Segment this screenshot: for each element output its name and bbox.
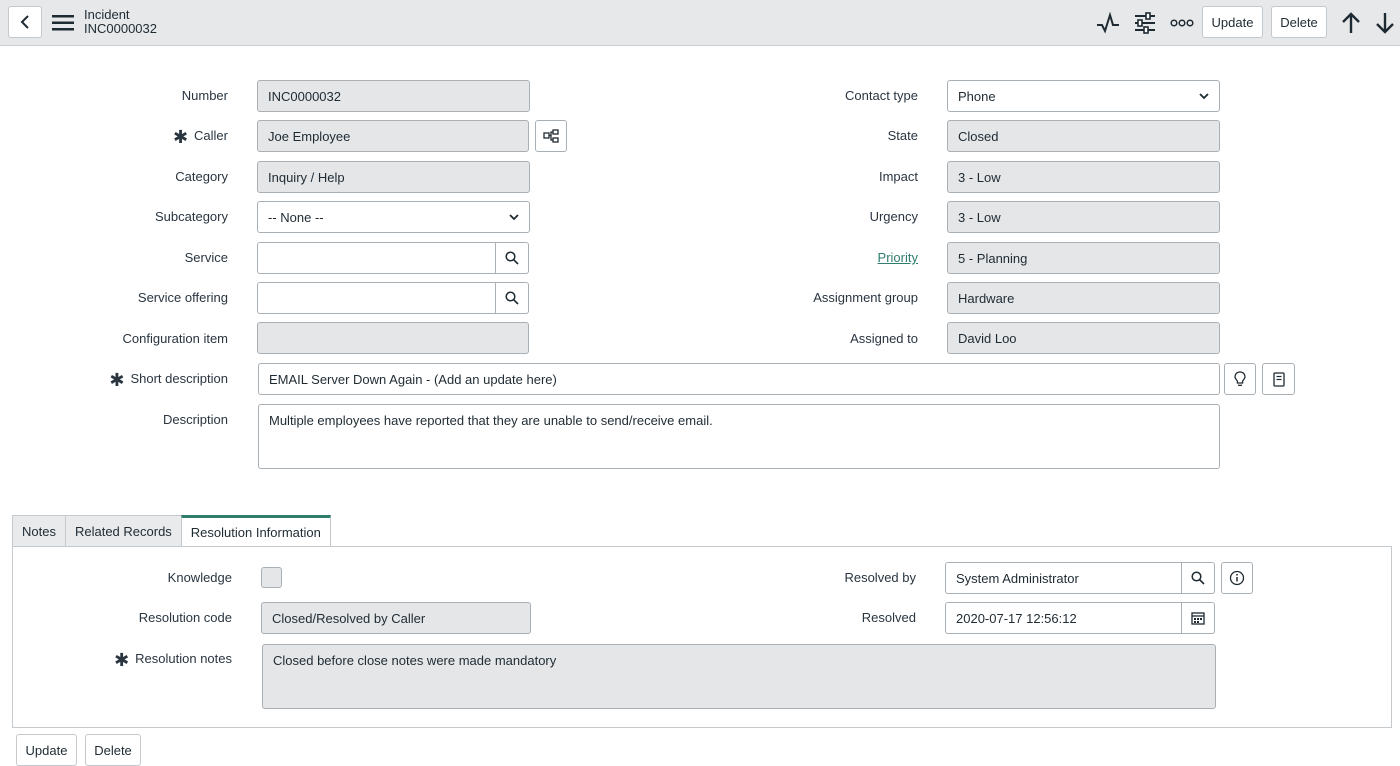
search-icon bbox=[505, 251, 519, 265]
resolution-notes-label: ✱ Resolution notes bbox=[114, 650, 232, 670]
service-offering-label: Service offering bbox=[137, 290, 228, 305]
service-label: Service bbox=[184, 250, 228, 265]
resolution-notes-textarea[interactable]: Closed before close notes were made mand… bbox=[262, 644, 1216, 709]
impact-label: Impact bbox=[878, 169, 918, 184]
description-textarea[interactable]: Multiple employees have reported that th… bbox=[258, 404, 1220, 469]
assignment-group-field[interactable]: Hardware bbox=[947, 282, 1220, 314]
contact-type-select[interactable]: Phone bbox=[947, 80, 1220, 112]
subcategory-select[interactable]: -- None -- bbox=[257, 201, 530, 233]
description-label: Description bbox=[162, 412, 228, 427]
subcategory-label: Subcategory bbox=[155, 209, 228, 224]
knowledge-checkbox[interactable] bbox=[261, 567, 282, 588]
tab-related-records[interactable]: Related Records bbox=[64, 515, 181, 547]
resolved-label: Resolved bbox=[861, 610, 916, 625]
resolved-by-label: Resolved by bbox=[844, 570, 916, 585]
urgency-field[interactable]: 3 - Low bbox=[947, 201, 1220, 233]
tab-notes[interactable]: Notes bbox=[12, 515, 65, 547]
assigned-to-field[interactable]: David Loo bbox=[947, 322, 1220, 354]
resolved-input[interactable]: 2020-07-17 12:56:12 bbox=[945, 602, 1182, 634]
resolution-code-label: Resolution code bbox=[138, 610, 232, 625]
impact-field[interactable]: 3 - Low bbox=[947, 161, 1220, 193]
form-section-tabs: Notes Related Records Resolution Informa… bbox=[12, 515, 331, 547]
header-update-button[interactable]: Update bbox=[1202, 6, 1263, 38]
resolved-by-lookup-button[interactable] bbox=[1182, 562, 1215, 594]
short-description-label: ✱ Short description bbox=[109, 370, 228, 390]
knowledge-label: Knowledge bbox=[167, 570, 232, 585]
chevron-down-icon bbox=[1199, 92, 1209, 99]
service-input[interactable] bbox=[257, 242, 496, 274]
assigned-to-label: Assigned to bbox=[850, 331, 918, 346]
state-label: State bbox=[887, 128, 918, 143]
calendar-icon bbox=[1191, 612, 1205, 625]
tab-resolution-information[interactable]: Resolution Information bbox=[180, 515, 331, 547]
ellipsis-icon bbox=[1170, 19, 1194, 27]
resolved-by-info-button[interactable] bbox=[1221, 562, 1253, 594]
contact-type-label: Contact type bbox=[845, 88, 918, 103]
number-field[interactable]: INC0000032 bbox=[257, 80, 530, 112]
personalize-form-button[interactable] bbox=[1131, 9, 1159, 37]
page-subtitle: INC0000032 bbox=[84, 21, 157, 36]
chevron-down-icon bbox=[509, 213, 519, 220]
chevron-left-icon bbox=[20, 15, 29, 29]
caller-label: ✱ Caller bbox=[172, 127, 228, 147]
caller-field[interactable]: Joe Employee bbox=[257, 120, 529, 152]
back-button[interactable] bbox=[8, 6, 42, 38]
short-description-input[interactable]: EMAIL Server Down Again - (Add an update… bbox=[258, 363, 1220, 395]
page-title: Incident bbox=[84, 7, 130, 22]
search-icon bbox=[505, 291, 519, 305]
caller-hierarchy-button[interactable] bbox=[535, 120, 567, 152]
previous-record-button[interactable] bbox=[1337, 9, 1365, 37]
service-offering-lookup-button[interactable] bbox=[496, 282, 529, 314]
next-record-button[interactable] bbox=[1371, 9, 1399, 37]
footer-delete-button[interactable]: Delete bbox=[85, 734, 141, 766]
lightbulb-icon bbox=[1234, 371, 1246, 386]
book-icon bbox=[1272, 371, 1285, 387]
category-field[interactable]: Inquiry / Help bbox=[257, 161, 530, 193]
resolved-date-picker-button[interactable] bbox=[1182, 602, 1215, 634]
pulse-icon bbox=[1097, 12, 1119, 34]
resolution-code-field[interactable]: Closed/Resolved by Caller bbox=[261, 602, 531, 634]
configuration-item-label: Configuration item bbox=[122, 331, 229, 346]
footer-update-button[interactable]: Update bbox=[16, 734, 77, 766]
arrow-down-icon bbox=[1376, 13, 1394, 34]
state-field[interactable]: Closed bbox=[947, 120, 1220, 152]
header-delete-button[interactable]: Delete bbox=[1271, 6, 1327, 38]
template-button[interactable] bbox=[1262, 363, 1295, 395]
configuration-item-field[interactable] bbox=[257, 322, 529, 354]
urgency-label: Urgency bbox=[869, 209, 918, 224]
suggestion-button[interactable] bbox=[1224, 363, 1256, 395]
arrow-up-icon bbox=[1342, 12, 1360, 33]
hamburger-menu-button[interactable] bbox=[50, 10, 76, 36]
hierarchy-icon bbox=[543, 129, 559, 143]
contact-type-value: Phone bbox=[958, 88, 996, 104]
required-asterisk-icon: ✱ bbox=[109, 370, 125, 390]
required-asterisk-icon: ✱ bbox=[172, 127, 189, 147]
priority-link[interactable]: Priority bbox=[878, 250, 918, 265]
form-header: Incident INC0000032 Update Delete bbox=[0, 0, 1400, 46]
required-asterisk-icon: ✱ bbox=[114, 650, 130, 670]
service-offering-input[interactable] bbox=[257, 282, 496, 314]
category-label: Category bbox=[175, 169, 228, 184]
subcategory-value: -- None -- bbox=[268, 209, 324, 225]
info-icon bbox=[1229, 570, 1245, 586]
priority-label[interactable]: Priority bbox=[730, 250, 918, 266]
priority-field[interactable]: 5 - Planning bbox=[947, 242, 1220, 274]
sliders-icon bbox=[1135, 12, 1155, 34]
search-icon bbox=[1191, 571, 1205, 585]
activity-stream-button[interactable] bbox=[1094, 9, 1122, 37]
hamburger-icon bbox=[52, 15, 74, 31]
assignment-group-label: Assignment group bbox=[813, 290, 918, 305]
more-options-button[interactable] bbox=[1168, 9, 1196, 37]
resolved-by-input[interactable]: System Administrator bbox=[945, 562, 1182, 594]
number-label: Number bbox=[181, 88, 228, 103]
service-lookup-button[interactable] bbox=[496, 242, 529, 274]
